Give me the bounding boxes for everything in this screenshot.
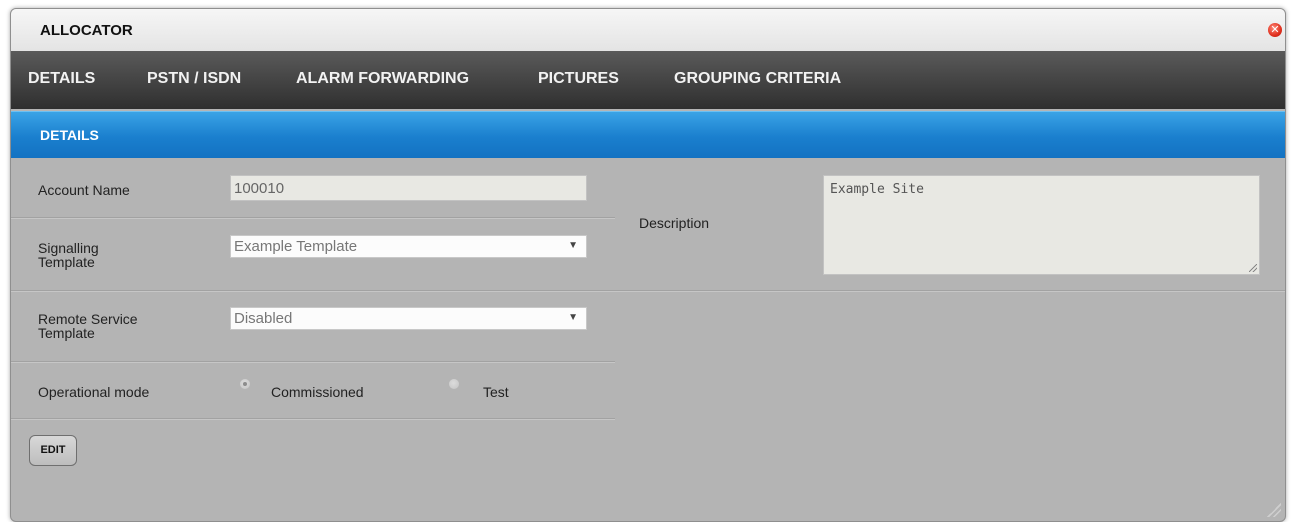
close-icon[interactable]: ✕ xyxy=(1268,23,1282,37)
description-field[interactable]: Example Site xyxy=(823,175,1260,275)
test-radio[interactable] xyxy=(449,379,459,389)
tab-grouping-criteria[interactable]: GROUPING CRITERIA xyxy=(674,70,841,88)
description-label: Description xyxy=(639,215,710,231)
chevron-down-icon: ▼ xyxy=(568,312,578,323)
signalling-template-label-line2: Template xyxy=(38,254,95,270)
window-resize-icon[interactable] xyxy=(1267,503,1281,517)
description-value: Example Site xyxy=(830,182,924,197)
remote-service-template-value: Disabled xyxy=(234,310,293,327)
commissioned-radio[interactable] xyxy=(240,379,250,389)
account-name-label: Account Name xyxy=(38,182,130,198)
remote-service-template-label-line2: Template xyxy=(38,325,95,341)
operational-mode-label: Operational mode xyxy=(38,384,150,400)
tab-bar: DETAILS PSTN / ISDN ALARM FORWARDING PIC… xyxy=(11,51,1285,109)
remote-service-template-row: Remote Service Template Disabled ▼ xyxy=(11,291,615,362)
chevron-down-icon: ▼ xyxy=(568,240,578,251)
remote-service-template-select[interactable]: Disabled ▼ xyxy=(230,307,587,330)
section-header: DETAILS xyxy=(11,111,1285,158)
tab-pstn-isdn[interactable]: PSTN / ISDN xyxy=(147,70,241,88)
title-bar[interactable]: ALLOCATOR ✕ xyxy=(11,9,1285,52)
section-title: DETAILS xyxy=(40,127,99,143)
allocator-window: ALLOCATOR ✕ DETAILS PSTN / ISDN ALARM FO… xyxy=(10,8,1286,522)
test-label[interactable]: Test xyxy=(483,385,509,399)
commissioned-label[interactable]: Commissioned xyxy=(271,385,364,399)
tab-details[interactable]: DETAILS xyxy=(28,70,95,88)
tab-pictures[interactable]: PICTURES xyxy=(538,70,619,88)
account-name-field[interactable]: 100010 xyxy=(230,175,587,201)
operational-mode-row: Operational mode Commissioned Test xyxy=(11,362,615,419)
edit-button[interactable]: EDIT xyxy=(29,435,77,466)
signalling-template-select[interactable]: Example Template ▼ xyxy=(230,235,587,258)
signalling-template-row: Signalling Template Example Template ▼ xyxy=(11,218,615,291)
account-name-row: Account Name 100010 xyxy=(11,159,615,218)
tab-alarm-forwarding[interactable]: ALARM FORWARDING xyxy=(296,70,469,88)
window-title: ALLOCATOR xyxy=(40,22,133,39)
resize-grip-icon[interactable] xyxy=(1249,264,1257,272)
signalling-template-value: Example Template xyxy=(234,238,358,255)
